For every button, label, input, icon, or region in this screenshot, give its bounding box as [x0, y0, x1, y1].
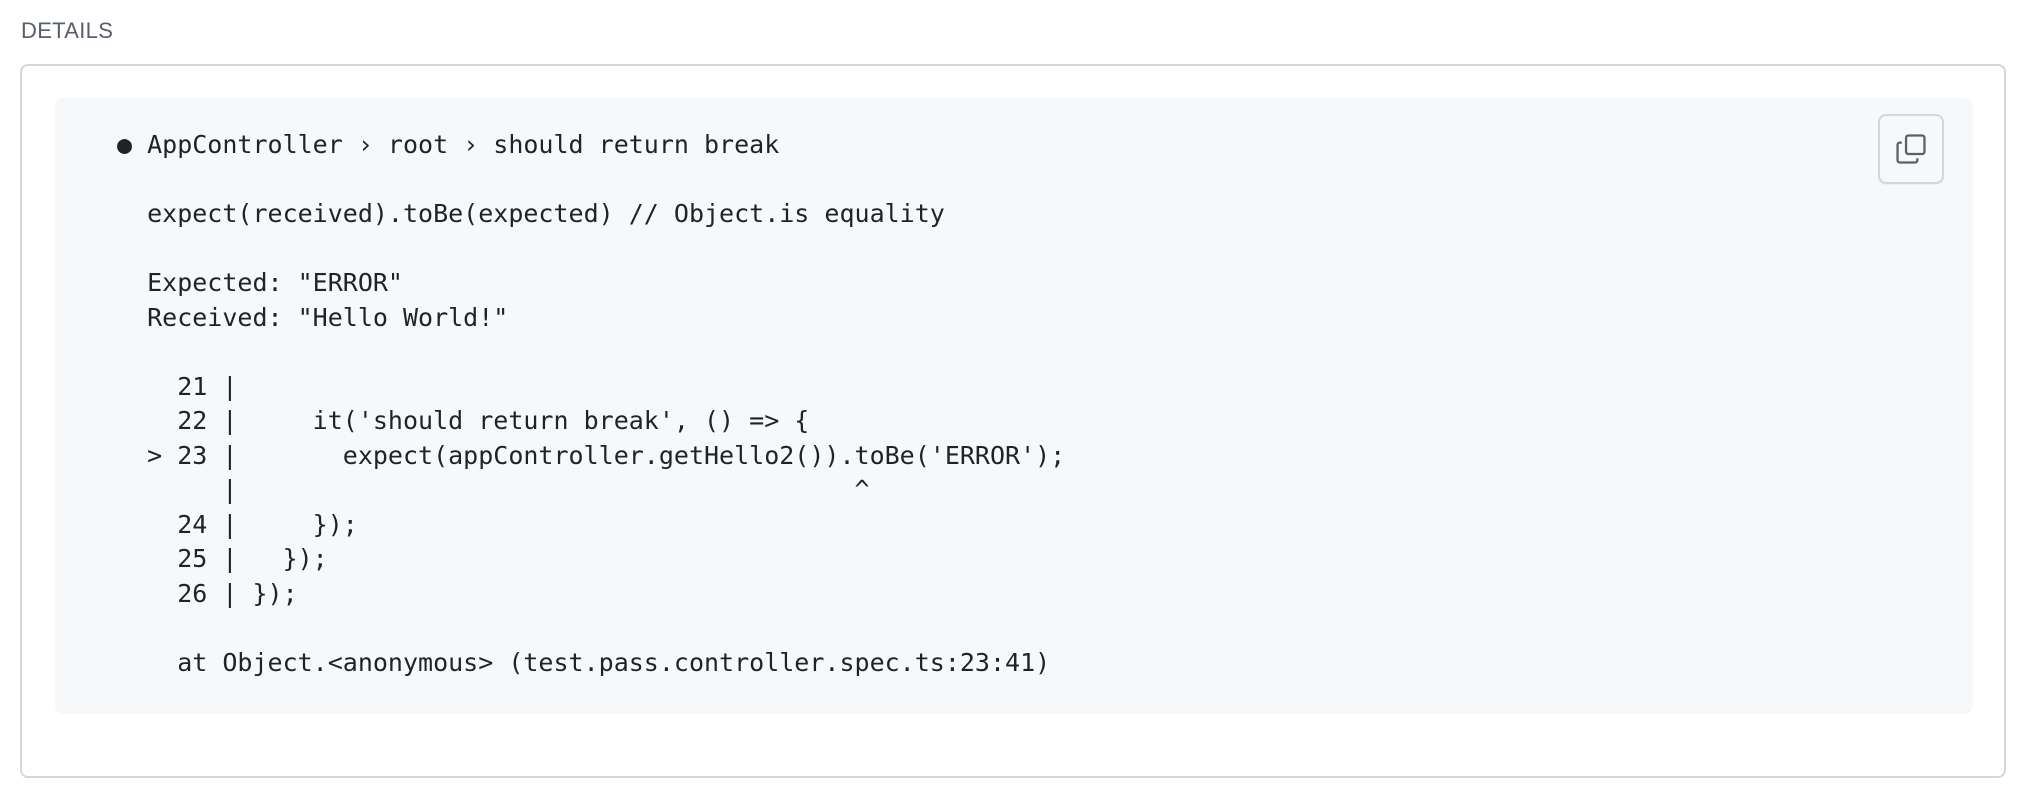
- error-code-block: ● AppController › root › should return b…: [55, 98, 1973, 714]
- details-section-title: DETAILS: [21, 18, 114, 43]
- details-panel: ● AppController › root › should return b…: [20, 64, 2006, 778]
- copy-icon: [1894, 132, 1928, 166]
- copy-button[interactable]: [1878, 114, 1944, 184]
- error-message-text: ● AppController › root › should return b…: [117, 130, 1066, 677]
